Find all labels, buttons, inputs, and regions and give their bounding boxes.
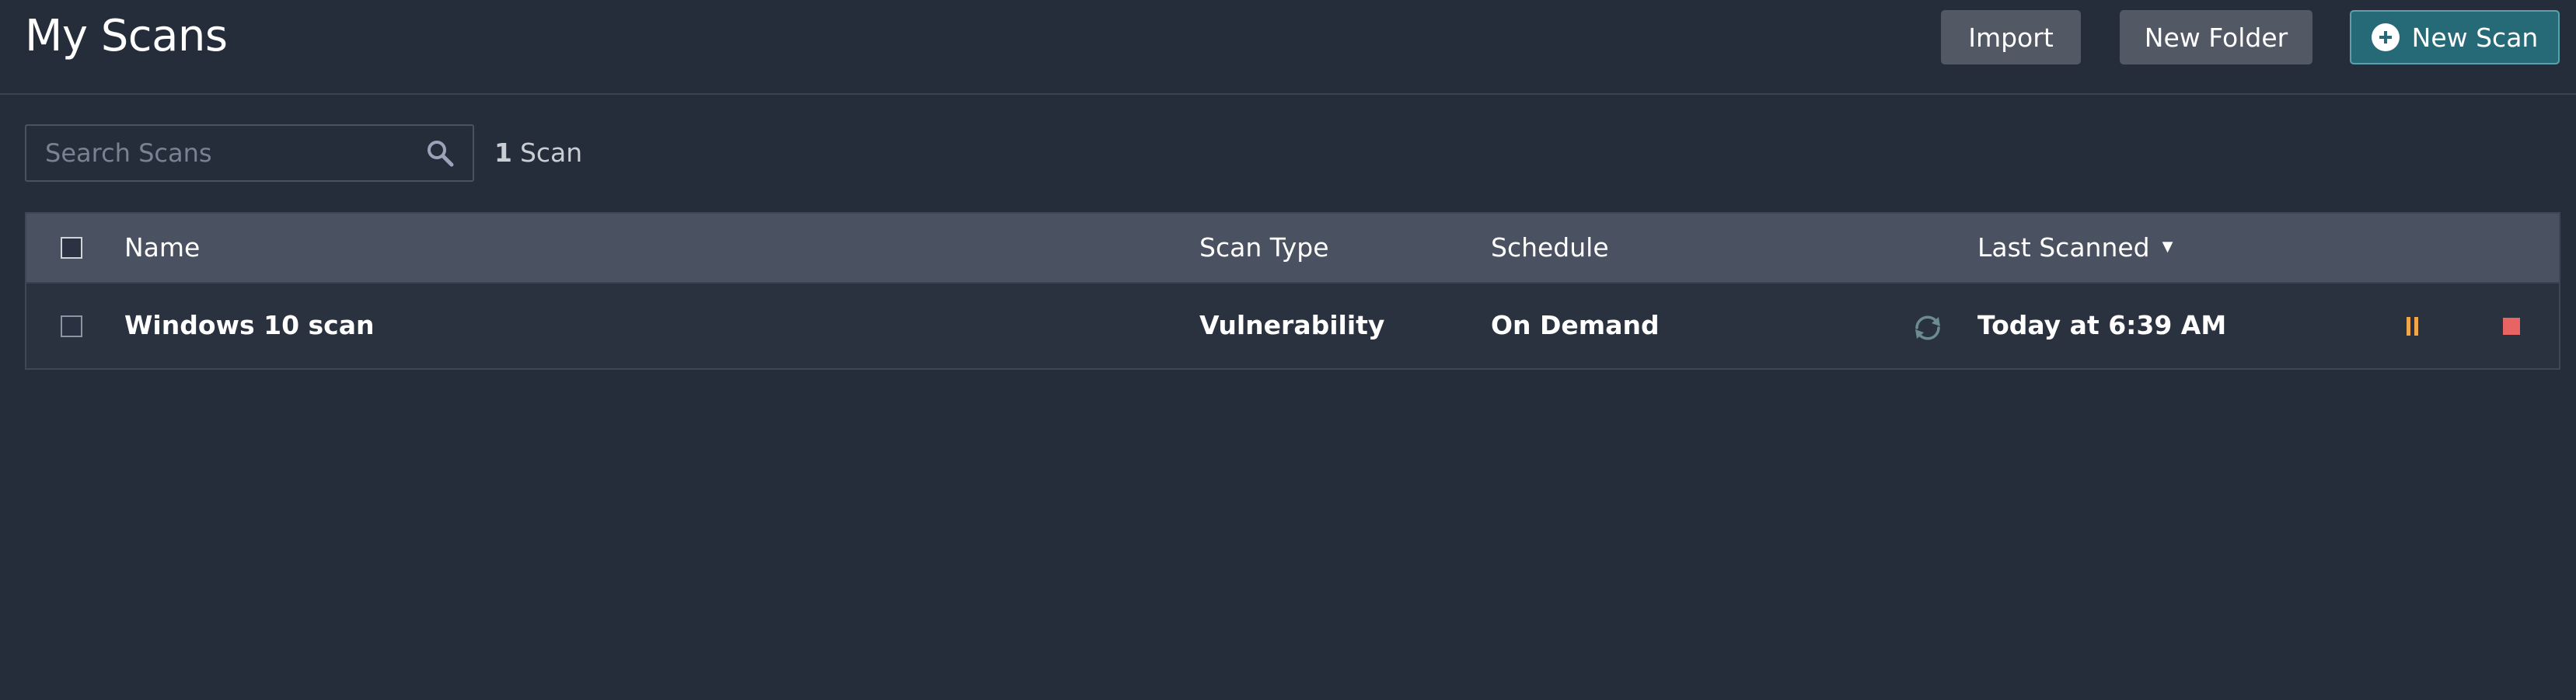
page-header: My Scans Import New Folder New Scan [0, 0, 2576, 95]
row-checkbox[interactable] [61, 315, 82, 337]
column-header-last-scanned-label: Last Scanned [1977, 232, 2150, 263]
column-header-last-scanned[interactable]: Last Scanned ▼ [1977, 232, 2173, 263]
scans-table: Name Scan Type Schedule Last Scanned ▼ Wi… [25, 212, 2560, 370]
sort-desc-icon: ▼ [2162, 239, 2173, 255]
column-header-name[interactable]: Name [124, 232, 200, 263]
select-all-checkbox[interactable] [61, 237, 82, 259]
column-header-schedule[interactable]: Schedule [1491, 232, 1609, 263]
scan-count: 1 Scan [494, 138, 582, 168]
table-row[interactable]: Windows 10 scan Vulnerability On Demand … [26, 282, 2559, 368]
last-scanned: Today at 6:39 AM [1977, 310, 2227, 340]
new-scan-button[interactable]: New Scan [2350, 10, 2560, 64]
pause-icon[interactable] [2405, 316, 2421, 336]
scan-name[interactable]: Windows 10 scan [124, 310, 375, 340]
scan-type: Vulnerability [1199, 310, 1385, 340]
scan-count-number: 1 [494, 138, 512, 168]
refresh-icon [1915, 315, 1940, 340]
search-icon[interactable] [426, 139, 454, 167]
search-input[interactable] [26, 126, 415, 180]
new-scan-button-label: New Scan [2411, 22, 2539, 53]
scan-schedule: On Demand [1491, 310, 1660, 340]
table-header-row: Name Scan Type Schedule Last Scanned ▼ [26, 214, 2559, 282]
new-folder-button[interactable]: New Folder [2120, 10, 2312, 64]
stop-icon[interactable] [2503, 318, 2520, 335]
new-folder-button-label: New Folder [2144, 22, 2288, 53]
search-box [25, 124, 474, 182]
scan-count-unit: Scan [519, 138, 583, 168]
import-button[interactable]: Import [1941, 10, 2081, 64]
import-button-label: Import [1968, 22, 2054, 53]
page-title: My Scans [25, 11, 228, 61]
plus-circle-icon [2371, 23, 2400, 51]
column-header-scan-type[interactable]: Scan Type [1199, 232, 1329, 263]
